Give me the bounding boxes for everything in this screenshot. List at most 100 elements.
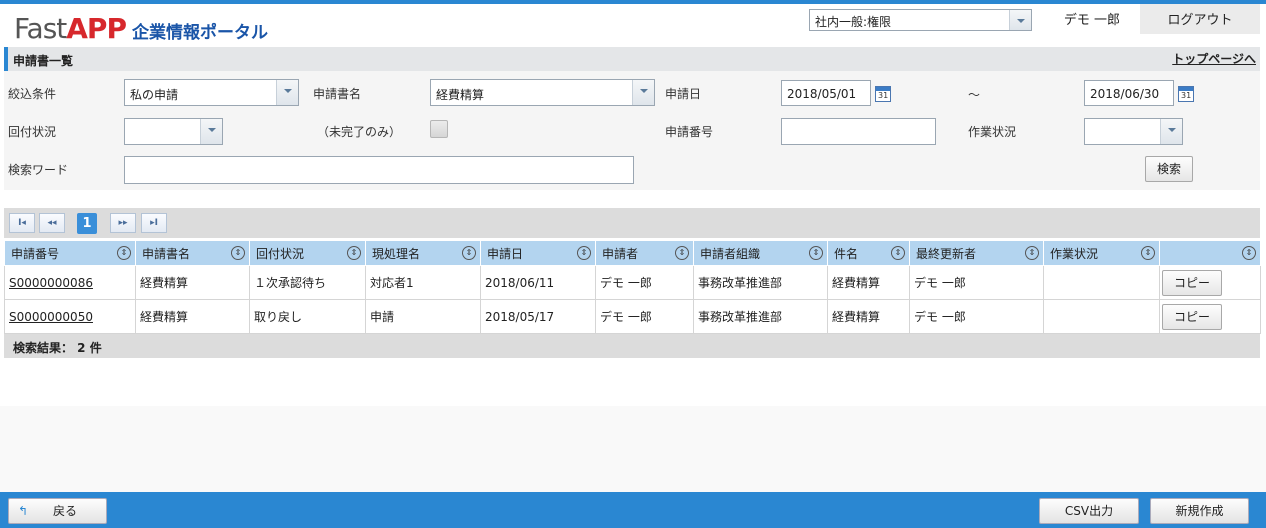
app-logo: Fast APP 企業情報ポータル bbox=[14, 12, 268, 46]
cell-form-name: 経費精算 bbox=[135, 265, 250, 300]
role-select-value: 社内一般:権限 bbox=[815, 15, 892, 29]
col-header-actions[interactable]: ⇕ bbox=[1159, 240, 1261, 266]
cell-subject: 経費精算 bbox=[827, 265, 910, 300]
first-page-button[interactable]: I◂ bbox=[9, 213, 35, 233]
keyword-input[interactable] bbox=[124, 156, 634, 184]
date-from-value: 2018/05/01 bbox=[787, 87, 857, 101]
application-table: 申請番号 ⇕ 申請書名 ⇕ 回付状況 ⇕ 現処理名 ⇕ 申請日 ⇕ 申請者 ⇕ 申請者組織 ⇕… bbox=[4, 240, 1261, 334]
col-header-subject[interactable]: 件名 ⇕ bbox=[827, 240, 910, 266]
cell-work-status bbox=[1043, 299, 1160, 334]
work-status-select[interactable] bbox=[1084, 118, 1183, 145]
cell-org: 事務改革推進部 bbox=[693, 299, 828, 334]
back-button[interactable]: ↰ 戻る bbox=[8, 498, 107, 524]
cell-circulation: 取り戻し bbox=[249, 299, 366, 334]
col-header-org[interactable]: 申請者組織 ⇕ bbox=[693, 240, 828, 266]
col-header-form-name[interactable]: 申請書名 ⇕ bbox=[135, 240, 250, 266]
csv-export-button[interactable]: CSV出力 bbox=[1039, 498, 1139, 524]
sort-icon[interactable]: ⇕ bbox=[809, 246, 823, 260]
cell-updater: デモ 一郎 bbox=[909, 299, 1044, 334]
sort-icon[interactable]: ⇕ bbox=[347, 246, 361, 260]
cell-applicant: デモ 一郎 bbox=[595, 299, 694, 334]
calendar-icon[interactable]: 31 bbox=[1178, 86, 1194, 102]
logo-fast: Fast bbox=[14, 12, 67, 45]
sort-icon[interactable]: ⇕ bbox=[462, 246, 476, 260]
chevron-down-icon[interactable] bbox=[1009, 10, 1031, 30]
portal-name: 企業情報ポータル bbox=[131, 23, 268, 43]
col-header-apply-date[interactable]: 申請日 ⇕ bbox=[480, 240, 596, 266]
sort-icon[interactable]: ⇕ bbox=[577, 246, 591, 260]
incomplete-only-label: （未完了のみ） bbox=[317, 125, 402, 139]
cell-current-step: 対応者1 bbox=[365, 265, 481, 300]
section-accent-bar bbox=[4, 47, 8, 71]
cell-apply-date: 2018/06/11 bbox=[480, 265, 596, 300]
cell-work-status bbox=[1043, 265, 1160, 300]
col-header-applicant[interactable]: 申請者 ⇕ bbox=[595, 240, 694, 266]
app-number-label: 申請番号 bbox=[665, 125, 714, 139]
chevron-down-icon[interactable] bbox=[200, 119, 222, 144]
col-header-circulation[interactable]: 回付状況 ⇕ bbox=[249, 240, 366, 266]
section-header: 申請書一覧 トップページへ bbox=[4, 47, 1260, 71]
next-page-button[interactable]: ▸▸ bbox=[110, 213, 136, 233]
back-arrow-icon: ↰ bbox=[18, 504, 29, 518]
sort-icon[interactable]: ⇕ bbox=[1025, 246, 1039, 260]
narrow-label: 絞込条件 bbox=[8, 87, 57, 101]
date-to-input[interactable]: 2018/06/30 bbox=[1084, 80, 1174, 106]
incomplete-only-checkbox[interactable] bbox=[430, 120, 448, 138]
cell-app-no[interactable]: S0000000086 bbox=[4, 265, 136, 300]
form-name-select-value: 経費精算 bbox=[436, 88, 485, 102]
table-row: S0000000050 経費精算 取り戻し 申請 2018/05/17 デモ 一… bbox=[4, 299, 1261, 334]
table-header-row: 申請番号 ⇕ 申請書名 ⇕ 回付状況 ⇕ 現処理名 ⇕ 申請日 ⇕ 申請者 ⇕ 申請者組織 ⇕… bbox=[4, 240, 1261, 266]
keyword-label: 検索ワード bbox=[8, 163, 69, 177]
current-page[interactable]: 1 bbox=[77, 213, 97, 234]
calendar-day: 31 bbox=[878, 91, 889, 100]
top-page-link[interactable]: トップページへ bbox=[1172, 50, 1256, 67]
narrow-select-value: 私の申請 bbox=[130, 88, 179, 102]
sort-icon[interactable]: ⇕ bbox=[1141, 246, 1155, 260]
sort-icon[interactable]: ⇕ bbox=[675, 246, 689, 260]
search-button[interactable]: 検索 bbox=[1145, 156, 1193, 182]
copy-button[interactable]: コピー bbox=[1162, 269, 1222, 296]
cell-app-no[interactable]: S0000000050 bbox=[4, 299, 136, 334]
date-separator: ～ bbox=[968, 88, 981, 102]
sort-icon[interactable]: ⇕ bbox=[891, 246, 905, 260]
app-number-input[interactable] bbox=[781, 118, 936, 145]
col-header-updater[interactable]: 最終更新者 ⇕ bbox=[909, 240, 1044, 266]
copy-button[interactable]: コピー bbox=[1162, 303, 1222, 330]
cell-apply-date: 2018/05/17 bbox=[480, 299, 596, 334]
new-create-button[interactable]: 新規作成 bbox=[1150, 498, 1249, 524]
calendar-day: 31 bbox=[1181, 91, 1192, 100]
col-header-app-no[interactable]: 申請番号 ⇕ bbox=[4, 240, 136, 266]
logout-button[interactable]: ログアウト bbox=[1140, 4, 1260, 34]
narrow-select[interactable]: 私の申請 bbox=[124, 79, 299, 106]
sort-icon[interactable]: ⇕ bbox=[231, 246, 245, 260]
col-header-current-step[interactable]: 現処理名 ⇕ bbox=[365, 240, 481, 266]
empty-area bbox=[0, 406, 1266, 492]
result-count-bar: 検索結果： 2 件 bbox=[4, 334, 1260, 358]
last-page-button[interactable]: ▸I bbox=[141, 213, 167, 233]
prev-page-button[interactable]: ◂◂ bbox=[39, 213, 65, 233]
col-header-work-status[interactable]: 作業状況 ⇕ bbox=[1043, 240, 1160, 266]
circulation-select[interactable] bbox=[124, 118, 223, 145]
back-label: 戻る bbox=[53, 504, 78, 518]
search-filters: 絞込条件 私の申請 申請書名 経費精算 申請日 2018/05/01 31 ～ … bbox=[4, 71, 1260, 190]
cell-updater: デモ 一郎 bbox=[909, 265, 1044, 300]
app-number-link[interactable]: S0000000050 bbox=[9, 310, 93, 324]
footer-bar: ↰ 戻る CSV出力 新規作成 bbox=[0, 492, 1266, 528]
sort-icon[interactable]: ⇕ bbox=[117, 246, 131, 260]
chevron-down-icon[interactable] bbox=[276, 80, 298, 105]
app-number-link[interactable]: S0000000086 bbox=[9, 276, 93, 290]
cell-circulation: １次承認待ち bbox=[249, 265, 366, 300]
page-title: 申請書一覧 bbox=[13, 54, 74, 68]
cell-applicant: デモ 一郎 bbox=[595, 265, 694, 300]
form-name-select[interactable]: 経費精算 bbox=[430, 79, 655, 106]
date-from-input[interactable]: 2018/05/01 bbox=[781, 80, 871, 106]
table-row: S0000000086 経費精算 １次承認待ち 対応者1 2018/06/11 … bbox=[4, 265, 1261, 300]
chevron-down-icon[interactable] bbox=[1160, 119, 1182, 144]
chevron-down-icon[interactable] bbox=[632, 80, 654, 105]
work-status-label: 作業状況 bbox=[968, 125, 1017, 139]
calendar-icon[interactable]: 31 bbox=[875, 86, 891, 102]
sort-icon[interactable]: ⇕ bbox=[1242, 246, 1256, 260]
apply-date-label: 申請日 bbox=[665, 87, 702, 101]
pagination: I◂ ◂◂ 1 ▸▸ ▸I bbox=[4, 208, 1260, 238]
role-select[interactable]: 社内一般:権限 bbox=[809, 9, 1032, 31]
